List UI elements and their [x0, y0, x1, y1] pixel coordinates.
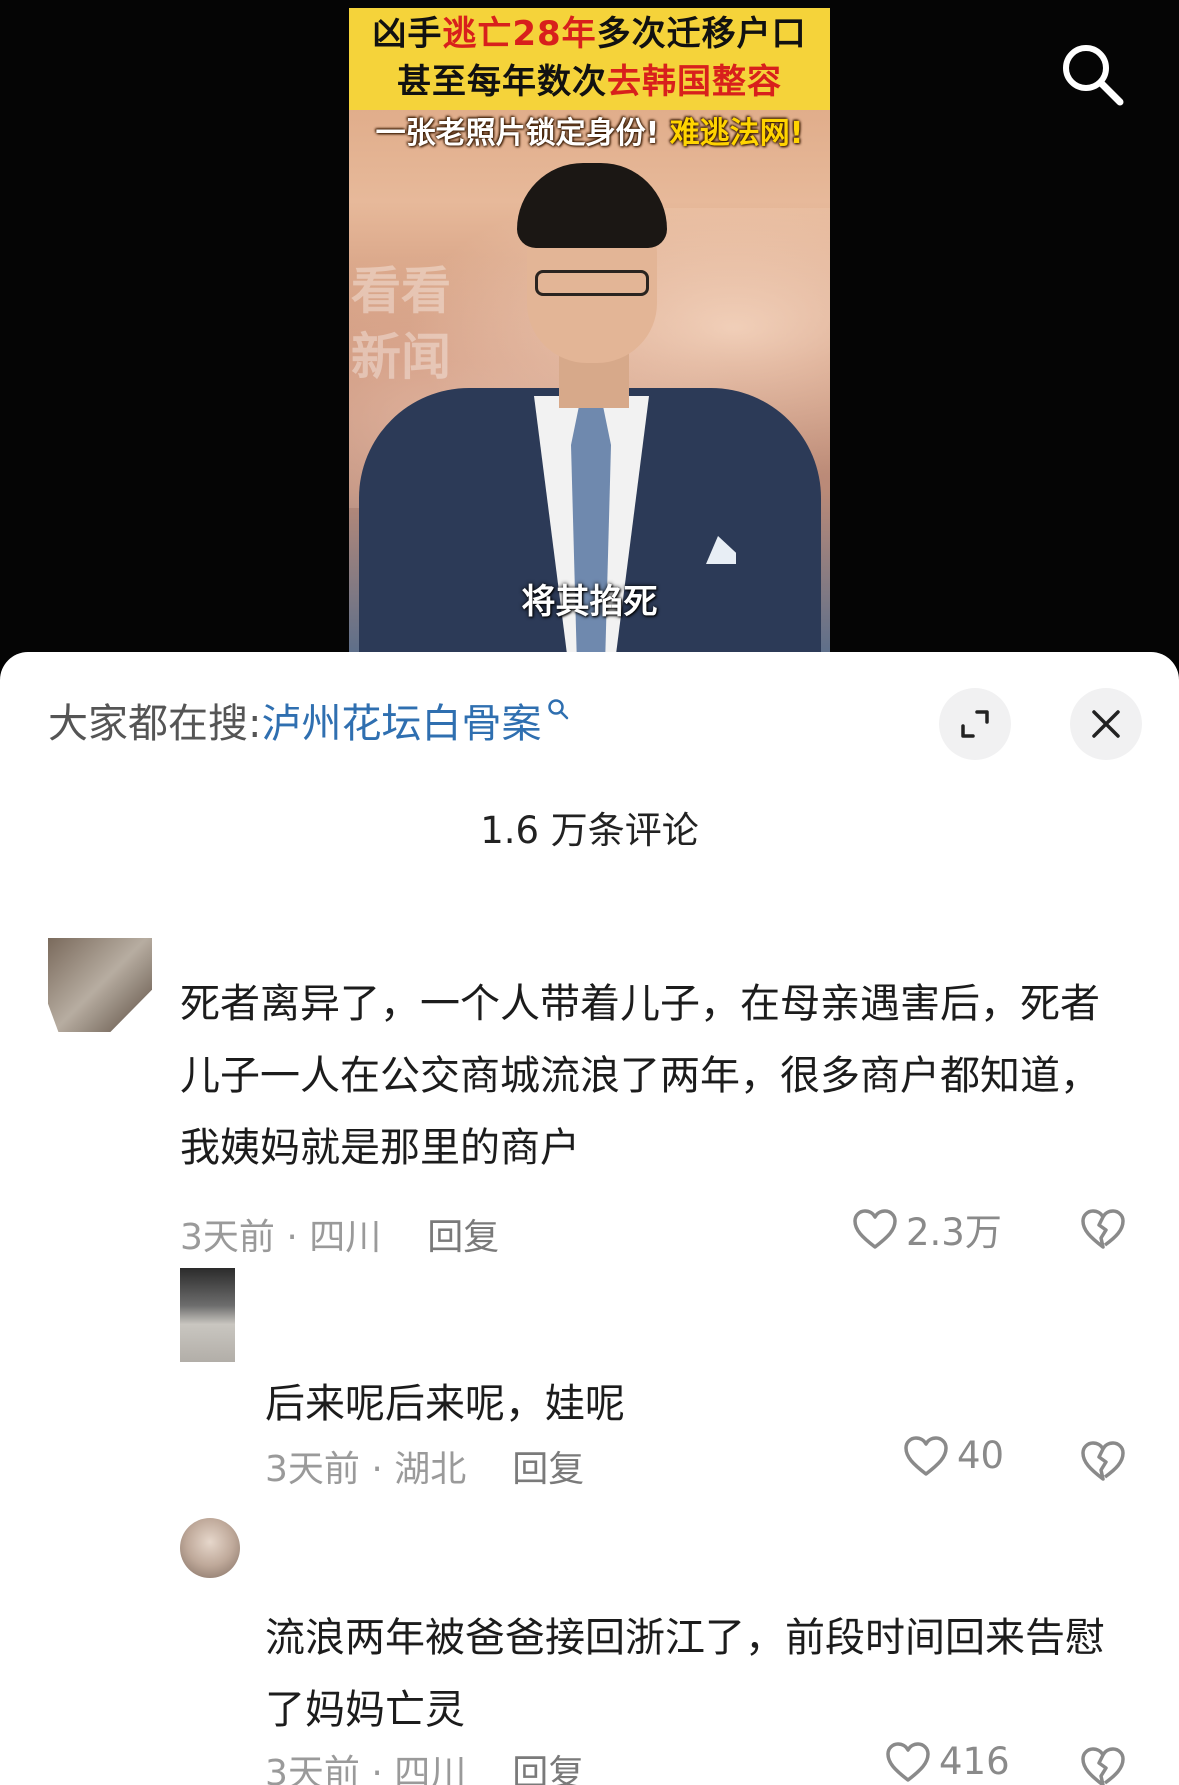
comment-text: 后来呢后来呢，娃呢	[265, 1381, 625, 1427]
comment-count: 1.6 万条评论	[480, 809, 699, 852]
anchor-glasses	[535, 270, 649, 296]
like-count: 40	[957, 1434, 1005, 1477]
reply-button[interactable]: 回复	[512, 1449, 584, 1490]
dislike-button[interactable]	[1080, 1208, 1126, 1254]
dislike-button[interactable]	[1080, 1440, 1126, 1486]
trending-search-label: 大家都在搜:	[48, 701, 262, 747]
close-button[interactable]	[1070, 688, 1142, 760]
comment-meta: 3天前 · 四川 回复	[180, 1208, 499, 1260]
heart-icon	[886, 1741, 930, 1782]
comment-text: 死者离异了，一个人带着儿子，在母亲遇害后，死者儿子一人在公交商城流浪了两年，很多…	[180, 981, 1100, 1171]
trending-search-hint: 大家都在搜:泸州花坛白骨案	[48, 696, 569, 752]
search-icon	[548, 699, 569, 720]
anchor-hair	[517, 163, 667, 248]
video-frame[interactable]: 凶手逃亡28年多次迁移户口 甚至每年数次去韩国整容 一张老照片锁定身份! 难逃法…	[349, 8, 830, 653]
news-anchor	[349, 8, 830, 653]
like-button[interactable]: 416	[885, 1740, 1010, 1783]
comment-time-location: 3天前 · 四川	[180, 1217, 382, 1258]
comment-text: 流浪两年被爸爸接回浙江了，前段时间回来告慰了妈妈亡灵	[265, 1615, 1105, 1733]
app-root: 凶手逃亡28年多次迁移户口 甚至每年数次去韩国整容 一张老照片锁定身份! 难逃法…	[0, 0, 1179, 1785]
comment-meta: 3天前 · 湖北 回复	[265, 1440, 584, 1492]
like-count: 416	[939, 1740, 1010, 1783]
heart-icon	[853, 1209, 897, 1249]
expand-button[interactable]	[939, 688, 1011, 760]
dislike-button[interactable]	[1080, 1746, 1126, 1785]
avatar[interactable]	[180, 1518, 240, 1578]
search-icon	[1063, 45, 1124, 106]
comment-time-location: 3天前 · 四川	[265, 1753, 467, 1785]
search-button[interactable]	[1058, 40, 1128, 110]
trending-search-link[interactable]: 泸州花坛白骨案	[261, 701, 541, 747]
like-count: 2.3万	[906, 1211, 1002, 1254]
comment-time-location: 3天前 · 湖北	[265, 1449, 467, 1490]
broken-heart-icon	[1081, 1747, 1125, 1785]
close-icon	[1092, 710, 1120, 738]
heart-icon	[904, 1435, 948, 1476]
broken-heart-icon	[1081, 1209, 1125, 1249]
video-caption: 将其掐死	[521, 582, 658, 622]
like-button[interactable]: 2.3万	[852, 1202, 1002, 1256]
reply-button[interactable]: 回复	[512, 1753, 584, 1785]
reply-button[interactable]: 回复	[427, 1217, 499, 1258]
expand-icon	[961, 710, 989, 738]
comment-meta: 3天前 · 四川 回复	[265, 1744, 584, 1785]
like-button[interactable]: 40	[903, 1434, 1004, 1477]
video-player[interactable]: 凶手逃亡28年多次迁移户口 甚至每年数次去韩国整容 一张老照片锁定身份! 难逃法…	[0, 0, 1179, 660]
broken-heart-icon	[1081, 1441, 1125, 1481]
avatar[interactable]	[180, 1268, 235, 1362]
